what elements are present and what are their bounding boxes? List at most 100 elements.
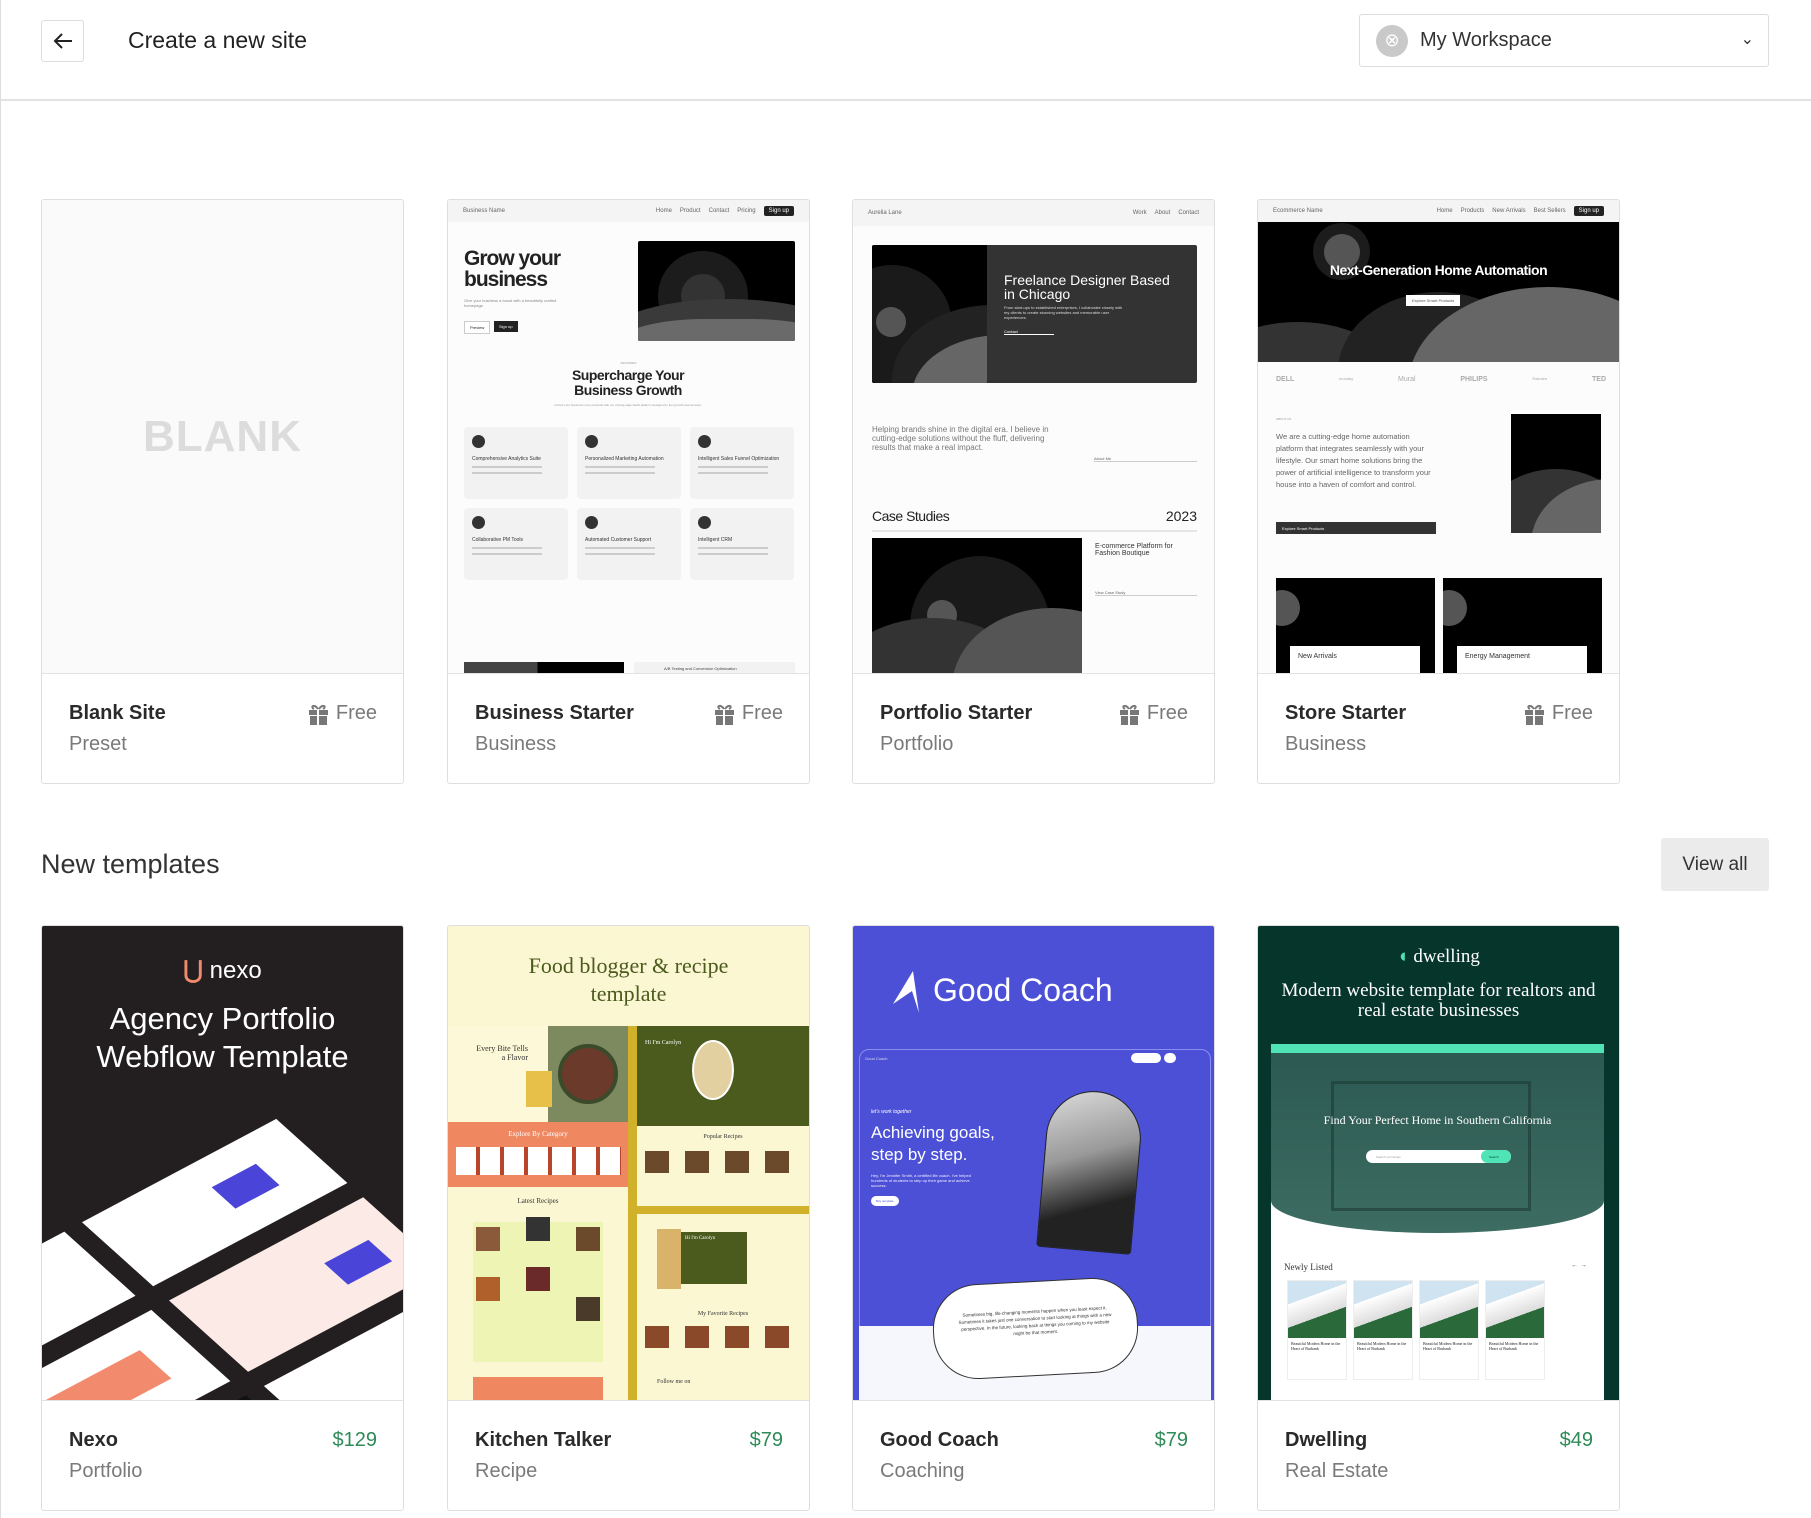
- header: Create a new site ⊗ My Workspace ⌄: [1, 0, 1811, 101]
- preview-about-link: About Me: [1094, 456, 1197, 462]
- arrow-left-icon: [53, 33, 72, 49]
- gift-icon: [714, 704, 734, 725]
- preview-newly-listed: Newly Listed: [1284, 1262, 1333, 1272]
- template-card-dwelling[interactable]: ◖ dwelling Modern website template for r…: [1257, 925, 1620, 1511]
- template-card-business-starter[interactable]: Business Name Home Product Contact Pricing Si…: [447, 199, 810, 784]
- view-all-button[interactable]: View all: [1661, 838, 1769, 891]
- preview-headline: Next-Generation Home Automation: [1329, 262, 1548, 278]
- template-card-kitchen-talker[interactable]: Food blogger & recipe template Every Bit…: [447, 925, 810, 1511]
- preview-section-title: Supercharge Your Business Growth: [571, 367, 685, 398]
- preview-button: Preview: [464, 321, 491, 334]
- price: $79: [749, 1429, 783, 1451]
- feature-title: Collaborative PM Tools: [472, 537, 524, 543]
- card-category: Preset: [69, 733, 127, 755]
- preview-contact-link: Contact: [1004, 329, 1054, 335]
- preview-case-name: E-commerce Platform for Fashion Boutique: [1095, 543, 1173, 557]
- preview-case-title: Case Studies: [872, 508, 950, 524]
- template-card-portfolio-starter[interactable]: Aurelia Lane Work About Contact Freelance D…: [852, 199, 1215, 784]
- preview-eyebrow: ABOUT US: [1276, 417, 1292, 421]
- preview-brand: Business Name: [463, 208, 506, 214]
- preview-card: New Arrivals: [1276, 578, 1435, 674]
- preview-mockups: [42, 1091, 403, 1401]
- preview-nav: About: [1154, 210, 1171, 216]
- feature-title: Intelligent Sales Funnel Optimization: [698, 456, 780, 462]
- preview-nav: New Arrivals: [1492, 208, 1526, 214]
- template-card-store-starter[interactable]: Ecommerce Name Home Products New Arrivals Be…: [1257, 199, 1620, 784]
- preview-nav-button: Sign up: [1573, 206, 1604, 216]
- price-badge: Free: [1524, 702, 1593, 725]
- card-name: Blank Site: [69, 702, 166, 724]
- card-name: Dwelling: [1285, 1429, 1368, 1451]
- preview-headline: Achieving goals, step by step.: [871, 1123, 995, 1164]
- price-badge: Free: [714, 702, 783, 725]
- good-coach-logo-icon: [893, 971, 919, 1013]
- card-category: Real Estate: [1285, 1460, 1389, 1482]
- template-card-nexo[interactable]: ⋃ nexo Agency Portfolio Webflow Template…: [41, 925, 404, 1511]
- card-name: Nexo: [69, 1429, 118, 1451]
- preview-nav: Products: [1460, 208, 1485, 214]
- card-category: Coaching: [880, 1460, 965, 1482]
- preview-follow: Follow me on: [657, 1379, 691, 1385]
- preview-logo: Good Coach: [933, 972, 1113, 1008]
- preview-quote: Sometimes big, life-changing moments hap…: [930, 1275, 1141, 1382]
- preview-nav: Best Sellers: [1533, 208, 1566, 214]
- preview-hero: Freelance Designer Based in Chicago From…: [872, 245, 1197, 383]
- preview-button: Sign up: [494, 321, 518, 332]
- workspace-dropdown[interactable]: ⊗ My Workspace ⌄: [1359, 14, 1769, 67]
- preview-search-button: Search: [1481, 1150, 1511, 1163]
- preview-hero-text: From start-ups to established enterprise…: [1004, 305, 1123, 320]
- preview-logo-row: DELL monday Mural PHILIPS Rakuten TED: [1276, 376, 1606, 383]
- preview-headline: Grow your business: [464, 247, 561, 291]
- preview-button: Buy template: [871, 1196, 899, 1206]
- feature-title: Personalized Marketing Automation: [585, 456, 664, 462]
- preview-nav: Product: [679, 208, 701, 214]
- preview-hi: Hi I'm Carolyn: [645, 1040, 682, 1046]
- preview-favorite: My Favorite Recipes: [697, 1311, 749, 1317]
- page-title: Create a new site: [128, 27, 307, 53]
- price: $129: [332, 1429, 378, 1451]
- preview-nav: Home: [1436, 208, 1453, 214]
- preview-hero-text: Every Bite Tells a Flavor: [476, 1044, 528, 1062]
- blank-preview-label: BLANK: [143, 412, 302, 461]
- price-badge: Free: [1119, 702, 1188, 725]
- preview-brand: Ecommerce Name: [1273, 208, 1323, 214]
- card-category: Business: [475, 733, 557, 755]
- section-title-new-templates: New templates: [41, 849, 220, 879]
- workspace-label: My Workspace: [1420, 29, 1552, 51]
- card-name: Store Starter: [1285, 702, 1407, 724]
- gift-icon: [308, 704, 328, 725]
- template-card-good-coach[interactable]: Good Coach Good Coach let's work togethe…: [852, 925, 1215, 1511]
- price: $79: [1154, 1429, 1188, 1451]
- preview-card: Energy Management: [1443, 578, 1602, 674]
- feature-title: Comprehensive Analytics Suite: [472, 456, 541, 462]
- template-card-blank-site[interactable]: BLANK Blank Site Preset Free: [41, 199, 404, 784]
- card-category: Portfolio: [69, 1460, 143, 1482]
- preview-hero-button: Explore Smart Products: [1406, 295, 1461, 306]
- preview-year: 2023: [1165, 508, 1197, 524]
- preview-case-link: View Case Study: [1095, 590, 1197, 596]
- preview-hero-image: [638, 241, 795, 341]
- gift-icon: [1119, 704, 1139, 725]
- price: $49: [1559, 1429, 1593, 1451]
- preview-popular: Popular Recipes: [703, 1134, 743, 1140]
- card-name: Business Starter: [475, 702, 634, 724]
- preview-nav: Contact: [1178, 210, 1199, 216]
- preview-coach-photo: [1036, 1087, 1145, 1255]
- preview-headline: Food blogger & recipe template: [528, 953, 729, 1006]
- preview-nav: Pricing: [737, 208, 756, 214]
- preview-eyebrow: let's work together: [871, 1109, 912, 1115]
- preview-nav: Contact: [708, 208, 730, 214]
- card-category: Recipe: [475, 1460, 538, 1482]
- card-name: Good Coach: [880, 1429, 999, 1451]
- preview-headline: Agency Portfolio Webflow Template: [96, 1001, 349, 1074]
- nexo-logo: ⋃ nexo: [183, 957, 262, 984]
- preview-headline: Modern website template for realtors and…: [1281, 980, 1596, 1021]
- preview-about-button: Explore Smart Products: [1276, 522, 1436, 534]
- preview-case-image: [872, 538, 1082, 674]
- preview-headline: Freelance Designer Based in Chicago: [1004, 272, 1170, 302]
- card-name: Kitchen Talker: [475, 1429, 612, 1451]
- preview-section-sub: Unlock your business's true potential wi…: [554, 403, 702, 407]
- price-badge: Free: [308, 702, 377, 725]
- preview-latest: Latest Recipes: [517, 1197, 559, 1205]
- back-button[interactable]: [41, 20, 84, 62]
